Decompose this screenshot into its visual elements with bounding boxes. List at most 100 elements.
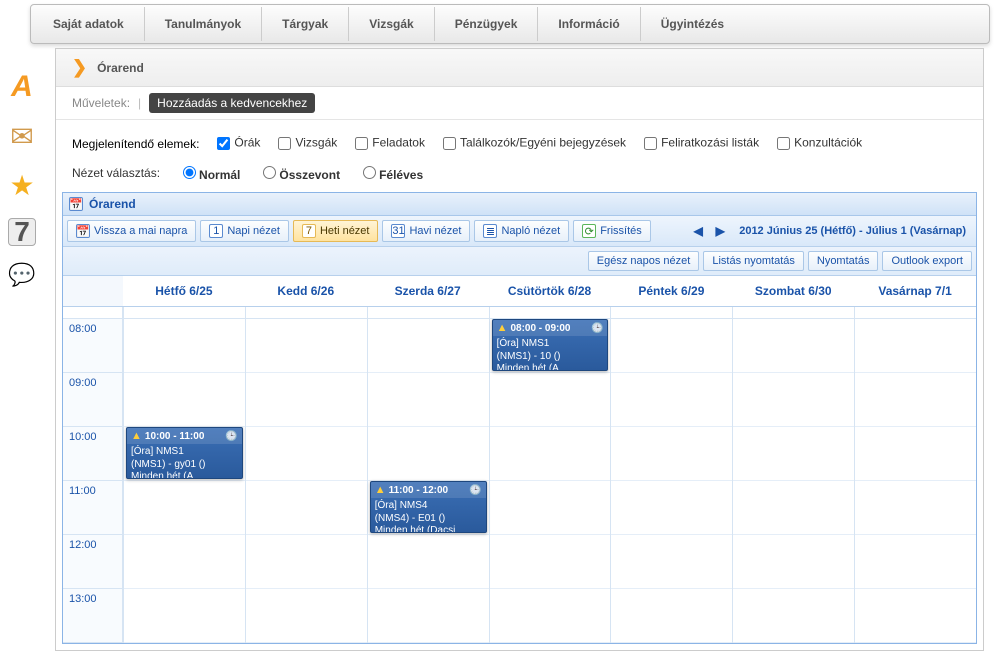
menubar: Saját adatok Tanulmányok Tárgyak Vizsgák… <box>30 4 990 44</box>
event-line1: [Óra] NMS1 <box>497 338 604 351</box>
week-view-icon: 7 <box>302 224 316 238</box>
today-icon: 📅 <box>76 224 90 238</box>
menu-finances[interactable]: Pénzügyek <box>435 7 539 41</box>
view-merged[interactable]: Összevont <box>258 163 340 182</box>
clock-icon: 🕒 <box>225 431 237 442</box>
clock-icon: 🕒 <box>469 485 481 496</box>
day-col-sat[interactable] <box>732 319 854 643</box>
filter-consultations[interactable]: Konzultációk <box>773 134 862 153</box>
mail-icon[interactable]: ✉ <box>10 120 33 153</box>
event-line3: Minden hét (Dacsi <box>375 525 482 533</box>
schedule-widget: 📅 Órarend 📅Vissza a mai napra 1Napi néze… <box>62 192 977 644</box>
day-header-wed[interactable]: Szerda 6/27 <box>367 276 489 306</box>
event-time: 10:00 - 11:00 <box>145 431 205 442</box>
hour-08: 08:00 <box>63 319 122 373</box>
calendar-event[interactable]: ▲10:00 - 11:00🕒[Óra] NMS1(NMS1) - gy01 (… <box>126 427 243 479</box>
list-print-button[interactable]: Listás nyomtatás <box>703 251 804 271</box>
menu-exams[interactable]: Vizsgák <box>349 7 434 41</box>
day-header-tue[interactable]: Kedd 6/26 <box>245 276 367 306</box>
schedule-title-bar: 📅 Órarend <box>63 193 976 216</box>
view-merged-radio[interactable] <box>263 166 276 179</box>
menu-personal-data[interactable]: Saját adatok <box>33 7 145 41</box>
filter-signup-lists[interactable]: Feliratkozási listák <box>640 134 759 153</box>
view-normal-radio[interactable] <box>183 166 196 179</box>
day-col-sun[interactable] <box>854 319 976 643</box>
day-view-icon: 1 <box>209 224 223 238</box>
menu-information[interactable]: Információ <box>538 7 640 41</box>
calendar-event[interactable]: ▲08:00 - 09:00🕒[Óra] NMS1(NMS1) - 10 ()M… <box>492 319 609 371</box>
schedule-icon: 📅 <box>69 197 83 211</box>
day-header-sun[interactable]: Vasárnap 7/1 <box>854 276 976 306</box>
refresh-button[interactable]: ⟳Frissítés <box>573 220 651 242</box>
menu-subjects[interactable]: Tárgyak <box>262 7 349 41</box>
display-elements-row: Megjelenítendő elemek: Órák Vizsgák Fela… <box>56 120 983 159</box>
filter-meetings-checkbox[interactable] <box>443 137 456 150</box>
star-icon[interactable]: ★ <box>9 169 34 202</box>
view-normal[interactable]: Normál <box>178 163 240 182</box>
menu-administration[interactable]: Ügyintézés <box>641 7 744 41</box>
outlook-export-button[interactable]: Outlook export <box>882 251 972 271</box>
refresh-icon: ⟳ <box>582 224 596 238</box>
warning-icon: ▲ <box>131 430 142 442</box>
week-view-button[interactable]: 7Heti nézet <box>293 220 379 242</box>
log-view-icon: ≣ <box>483 224 497 238</box>
filter-tasks-checkbox[interactable] <box>355 137 368 150</box>
collapse-icon[interactable]: ❯ <box>72 57 87 78</box>
event-line2: (NMS4) - E01 () <box>375 513 482 526</box>
day-header-fri[interactable]: Péntek 6/29 <box>610 276 732 306</box>
panel-header: ❯ Órarend <box>56 49 983 87</box>
page-title: Órarend <box>97 61 144 75</box>
day-header-mon[interactable]: Hétfő 6/25 <box>123 276 245 306</box>
operations-bar: Műveletek: | Hozzáadás a kedvencekhez <box>56 87 983 120</box>
hour-10: 10:00 <box>63 427 122 481</box>
event-line1: [Óra] NMS4 <box>375 500 482 513</box>
view-mode-row: Nézet választás: Normál Összevont Féléve… <box>56 159 983 192</box>
day-header-sat[interactable]: Szombat 6/30 <box>732 276 854 306</box>
time-gutter: 08:00 09:00 10:00 11:00 12:00 13:00 <box>63 319 123 643</box>
day-col-tue[interactable] <box>245 319 367 643</box>
warning-icon: ▲ <box>497 322 508 334</box>
filter-classes-checkbox[interactable] <box>217 137 230 150</box>
go-to-today-button[interactable]: 📅Vissza a mai napra <box>67 220 196 242</box>
filter-exams[interactable]: Vizsgák <box>274 134 337 153</box>
print-button[interactable]: Nyomtatás <box>808 251 879 271</box>
filter-exams-checkbox[interactable] <box>278 137 291 150</box>
next-week-button[interactable]: ▶ <box>711 221 729 241</box>
log-view-button[interactable]: ≣Napló nézet <box>474 220 569 242</box>
prev-week-button[interactable]: ◀ <box>689 221 707 241</box>
view-semester[interactable]: Féléves <box>358 163 423 182</box>
calendar-icon[interactable]: 7 <box>8 218 36 246</box>
menu-studies[interactable]: Tanulmányok <box>145 7 262 41</box>
month-view-button[interactable]: 31Havi nézet <box>382 220 470 242</box>
schedule-toolbar: 📅Vissza a mai napra 1Napi nézet 7Heti né… <box>63 216 976 247</box>
date-range-label: 2012 Június 25 (Hétfő) - Július 1 (Vasár… <box>733 225 972 237</box>
month-view-icon: 31 <box>391 224 405 238</box>
left-icon-strip: A ✉ ★ 7 💬 <box>0 60 44 288</box>
hour-12: 12:00 <box>63 535 122 589</box>
day-view-button[interactable]: 1Napi nézet <box>200 220 289 242</box>
event-line3: Minden hét (A <box>497 363 604 371</box>
day-col-fri[interactable] <box>610 319 732 643</box>
clock-icon: 🕒 <box>591 323 603 334</box>
view-semester-radio[interactable] <box>363 166 376 179</box>
chat-icon[interactable]: 💬 <box>8 262 35 288</box>
day-col-wed[interactable]: ▲11:00 - 12:00🕒[Óra] NMS4(NMS4) - E01 ()… <box>367 319 489 643</box>
hour-grid: 08:00 09:00 10:00 11:00 12:00 13:00 ▲10:… <box>63 319 976 643</box>
filter-consultations-checkbox[interactable] <box>777 137 790 150</box>
add-to-favorites-button[interactable]: Hozzáadás a kedvencekhez <box>149 93 315 113</box>
day-col-mon[interactable]: ▲10:00 - 11:00🕒[Óra] NMS1(NMS1) - gy01 (… <box>123 319 245 643</box>
schedule-toolbar-secondary: Egész napos nézet Listás nyomtatás Nyomt… <box>63 247 976 276</box>
calendar-event[interactable]: ▲11:00 - 12:00🕒[Óra] NMS4(NMS4) - E01 ()… <box>370 481 487 533</box>
filter-classes[interactable]: Órák <box>213 134 260 153</box>
calendar-grid: Hétfő 6/25 Kedd 6/26 Szerda 6/27 Csütört… <box>63 276 976 643</box>
event-line3: Minden hét (A <box>131 471 238 479</box>
day-header-thu[interactable]: Csütörtök 6/28 <box>489 276 611 306</box>
day-col-thu[interactable]: ▲08:00 - 09:00🕒[Óra] NMS1(NMS1) - 10 ()M… <box>489 319 611 643</box>
filter-signup-lists-checkbox[interactable] <box>644 137 657 150</box>
filter-tasks[interactable]: Feladatok <box>351 134 425 153</box>
all-day-view-button[interactable]: Egész napos nézet <box>588 251 700 271</box>
filter-meetings[interactable]: Találkozók/Egyéni bejegyzések <box>439 134 626 153</box>
letter-a-icon[interactable]: A <box>11 70 33 104</box>
calendar-icon-day: 7 <box>14 216 30 248</box>
event-line2: (NMS1) - 10 () <box>497 351 604 364</box>
